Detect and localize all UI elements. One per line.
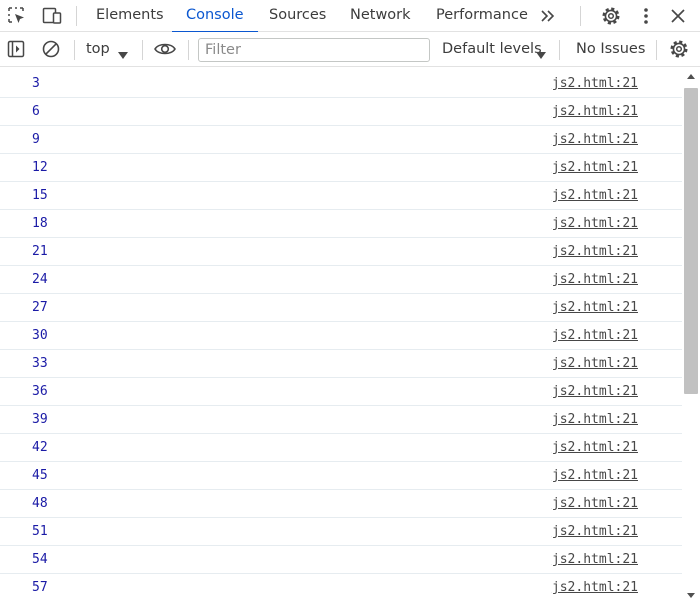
source-link[interactable]: js2.html:21 <box>552 182 638 209</box>
source-link[interactable]: js2.html:21 <box>552 210 638 237</box>
chevron-down-icon[interactable] <box>118 45 128 64</box>
console-message-value: 54 <box>32 552 48 567</box>
scrollbar-thumb[interactable] <box>684 88 698 394</box>
devtools-panel: Elements Console Sources Network Perform… <box>0 0 700 600</box>
more-tabs-chevron-icon[interactable] <box>536 4 560 28</box>
more-vertical-icon[interactable] <box>634 4 658 28</box>
console-message-value: 45 <box>32 468 48 483</box>
console-message-row: 12 js2.html:21 <box>0 154 682 182</box>
console-message-value: 39 <box>32 412 48 427</box>
console-toolbar: top Default levels No Issues <box>0 32 700 67</box>
console-message-value: 57 <box>32 580 48 595</box>
console-message-value: 21 <box>32 244 48 259</box>
scroll-up-arrow-icon[interactable] <box>687 74 695 79</box>
gear-icon[interactable] <box>599 4 623 28</box>
console-message-value: 48 <box>32 496 48 511</box>
source-link[interactable]: js2.html:21 <box>552 126 638 153</box>
console-messages: 3 js2.html:21 6 js2.html:21 9 js2.html:2… <box>0 70 682 600</box>
console-message-row: 15 js2.html:21 <box>0 182 682 210</box>
source-link[interactable]: js2.html:21 <box>552 546 638 573</box>
console-message-value: 24 <box>32 272 48 287</box>
scroll-down-arrow-icon[interactable] <box>687 593 695 598</box>
console-message-row: 51 js2.html:21 <box>0 518 682 546</box>
tab-performance[interactable]: Performance <box>436 0 528 32</box>
console-message-value: 33 <box>32 356 48 371</box>
source-link[interactable]: js2.html:21 <box>552 98 638 125</box>
devtools-tab-bar: Elements Console Sources Network Perform… <box>0 0 700 33</box>
inspect-element-icon[interactable] <box>5 4 29 28</box>
issues-counter[interactable]: No Issues <box>576 32 645 66</box>
device-toolbar-icon[interactable] <box>40 4 64 28</box>
source-link[interactable]: js2.html:21 <box>552 294 638 321</box>
sidebar-toggle-icon[interactable] <box>4 37 28 61</box>
source-link[interactable]: js2.html:21 <box>552 154 638 181</box>
toolbar-divider <box>188 40 189 60</box>
source-link[interactable]: js2.html:21 <box>552 434 638 461</box>
source-link[interactable]: js2.html:21 <box>552 490 638 517</box>
console-message-row: 30 js2.html:21 <box>0 322 682 350</box>
source-link[interactable]: js2.html:21 <box>552 462 638 489</box>
console-message-row: 36 js2.html:21 <box>0 378 682 406</box>
console-message-value: 12 <box>32 160 48 175</box>
tab-console[interactable]: Console <box>172 0 258 33</box>
context-selector[interactable]: top <box>86 32 110 66</box>
close-icon[interactable] <box>666 4 690 28</box>
tab-network[interactable]: Network <box>350 0 411 32</box>
console-message-row: 54 js2.html:21 <box>0 546 682 574</box>
toolbar-divider <box>559 40 560 60</box>
console-message-value: 36 <box>32 384 48 399</box>
source-link[interactable]: js2.html:21 <box>552 518 638 545</box>
console-message-value: 18 <box>32 216 48 231</box>
console-message-value: 51 <box>32 524 48 539</box>
console-message-value: 30 <box>32 328 48 343</box>
chevron-down-icon[interactable] <box>536 45 546 64</box>
console-message-row: 24 js2.html:21 <box>0 266 682 294</box>
console-message-row: 6 js2.html:21 <box>0 98 682 126</box>
console-message-row: 27 js2.html:21 <box>0 294 682 322</box>
tab-elements[interactable]: Elements <box>96 0 164 32</box>
console-message-value: 15 <box>32 188 48 203</box>
source-link[interactable]: js2.html:21 <box>552 322 638 349</box>
console-message-row: 3 js2.html:21 <box>0 70 682 98</box>
console-message-value: 3 <box>32 76 40 91</box>
console-message-row: 42 js2.html:21 <box>0 434 682 462</box>
clear-console-icon[interactable] <box>39 37 63 61</box>
console-message-row: 18 js2.html:21 <box>0 210 682 238</box>
console-message-value: 9 <box>32 132 40 147</box>
live-expression-eye-icon[interactable] <box>153 37 177 61</box>
console-message-row: 48 js2.html:21 <box>0 490 682 518</box>
console-settings-gear-icon[interactable] <box>667 37 691 61</box>
log-levels-dropdown[interactable]: Default levels <box>442 32 542 66</box>
console-message-row: 33 js2.html:21 <box>0 350 682 378</box>
source-link[interactable]: js2.html:21 <box>552 266 638 293</box>
console-message-row: 9 js2.html:21 <box>0 126 682 154</box>
toolbar-divider <box>142 40 143 60</box>
console-message-value: 6 <box>32 104 40 119</box>
console-message-row: 21 js2.html:21 <box>0 238 682 266</box>
filter-input[interactable] <box>198 38 430 62</box>
source-link[interactable]: js2.html:21 <box>552 406 638 433</box>
toolbar-divider <box>580 6 581 26</box>
toolbar-divider <box>656 40 657 60</box>
console-message-value: 42 <box>32 440 48 455</box>
source-link[interactable]: js2.html:21 <box>552 70 638 97</box>
console-message-row: 57 js2.html:21 <box>0 574 682 600</box>
source-link[interactable]: js2.html:21 <box>552 378 638 405</box>
tab-sources[interactable]: Sources <box>269 0 326 32</box>
source-link[interactable]: js2.html:21 <box>552 350 638 377</box>
toolbar-divider <box>74 40 75 60</box>
source-link[interactable]: js2.html:21 <box>552 574 638 600</box>
console-message-row: 39 js2.html:21 <box>0 406 682 434</box>
console-message-row: 45 js2.html:21 <box>0 462 682 490</box>
source-link[interactable]: js2.html:21 <box>552 238 638 265</box>
console-message-value: 27 <box>32 300 48 315</box>
toolbar-divider <box>76 6 77 26</box>
console-scrollbar[interactable] <box>682 70 700 600</box>
